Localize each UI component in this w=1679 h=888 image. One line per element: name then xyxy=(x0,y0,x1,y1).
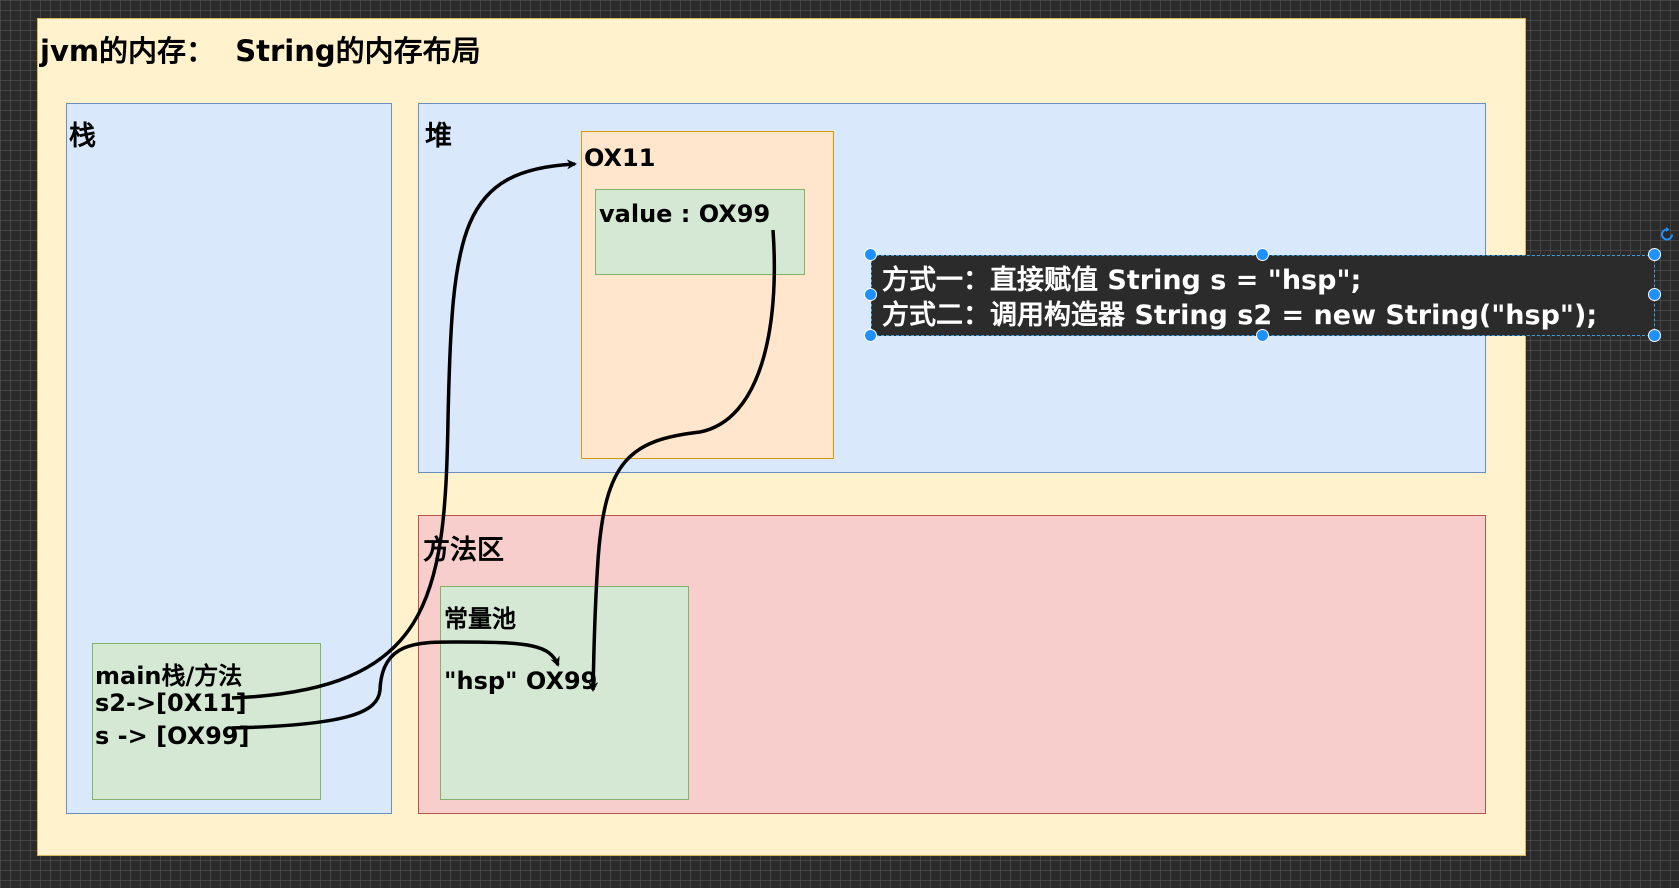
s2-to-object-arrow xyxy=(231,159,577,700)
resize-handle-top-right[interactable] xyxy=(1648,248,1661,261)
s-to-pool-arrow xyxy=(231,640,560,730)
value-to-pool-arrow xyxy=(588,229,777,692)
resize-handle-right[interactable] xyxy=(1648,288,1661,301)
resize-handle-bottom-right[interactable] xyxy=(1648,329,1661,342)
note-line-direct-assign: 方式一：直接赋值 String s = "hsp"; xyxy=(882,265,1362,296)
resize-handle-left[interactable] xyxy=(864,288,877,301)
rotate-handle-icon[interactable] xyxy=(1659,226,1676,243)
reference-arrows xyxy=(231,159,777,730)
resize-handle-bottom-left[interactable] xyxy=(864,329,877,342)
resize-handle-bottom[interactable] xyxy=(1256,329,1269,342)
resize-handle-top-left[interactable] xyxy=(864,248,877,261)
note-line-constructor: 方式二：调用构造器 String s2 = new String("hsp"); xyxy=(882,300,1598,331)
resize-handle-top[interactable] xyxy=(1256,248,1269,261)
